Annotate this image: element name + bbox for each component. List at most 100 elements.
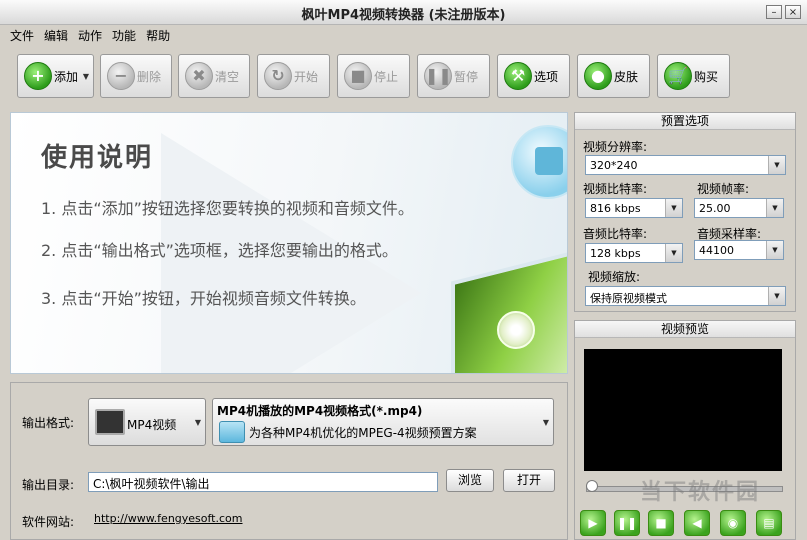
apple-icon: ●: [584, 62, 612, 90]
watermark-text: 当下软件园: [640, 480, 761, 505]
format-button-label: MP4视频: [127, 418, 177, 432]
menu-edit[interactable]: 编辑: [40, 24, 74, 44]
format-title: MP4机播放的MP4视频格式(*.mp4): [217, 404, 423, 418]
stop-label: 停止: [374, 69, 399, 84]
chevron-down-icon: ▼: [768, 156, 785, 174]
pause-icon: ❚❚: [616, 516, 638, 530]
output-dir-field[interactable]: C:\枫叶视频软件\输出: [88, 472, 438, 492]
chevron-down-icon: ▼: [768, 287, 785, 305]
snapshot-button[interactable]: ◉: [720, 510, 746, 536]
refresh-icon: ↻: [264, 62, 292, 90]
add-button[interactable]: + 添加 ▼: [17, 54, 94, 98]
chevron-down-icon: ▼: [766, 199, 783, 217]
menu-help[interactable]: 帮助: [142, 24, 176, 44]
buy-button[interactable]: 🛒 购买: [657, 54, 730, 98]
start-label: 开始: [294, 69, 319, 84]
disc-icon: [497, 311, 535, 349]
framerate-select[interactable]: 25.00 ▼: [694, 198, 784, 218]
resolution-label: 视频分辨率:: [583, 140, 648, 154]
options-label: 选项: [534, 69, 559, 84]
volume-icon: ◀: [692, 516, 702, 530]
menu-function[interactable]: 功能: [108, 24, 142, 44]
preset-title: 预置选项: [575, 113, 795, 130]
close-button[interactable]: ×: [785, 5, 801, 19]
scale-select[interactable]: 保持原视频模式 ▼: [585, 286, 786, 306]
seek-handle[interactable]: [586, 480, 598, 492]
tv-icon: [95, 409, 125, 435]
clear-button[interactable]: ✖ 清空: [178, 54, 250, 98]
output-dir-label: 输出目录:: [22, 478, 75, 492]
toolbar: + 添加 ▼ − 删除 ✖ 清空 ↻ 开始 ■ 停止 ❚❚ 暂停 ⚒ 选项 ● …: [0, 46, 807, 104]
options-button[interactable]: ⚒ 选项: [497, 54, 570, 98]
delete-label: 删除: [137, 69, 162, 84]
chevron-down-icon: ▼: [665, 244, 682, 262]
samplerate-value: 44100: [699, 244, 734, 257]
add-dropdown-icon[interactable]: ▼: [83, 72, 89, 81]
format-select-button[interactable]: MP4视频 ▼: [88, 398, 206, 446]
volume-button[interactable]: ◀: [684, 510, 710, 536]
title-bar: 枫叶MP4视频转换器 (未注册版本) – ×: [0, 0, 807, 25]
snapshot-icon: ◉: [727, 516, 739, 530]
cart-icon: 🛒: [664, 62, 692, 90]
browse-button[interactable]: 浏览: [446, 469, 494, 492]
pause-button[interactable]: ❚❚ 暂停: [417, 54, 490, 98]
audio-bitrate-value: 128 kbps: [590, 247, 641, 260]
website-link[interactable]: http://www.fengyesoft.com: [94, 512, 243, 525]
preview-stop-button[interactable]: ■: [648, 510, 674, 536]
minus-icon: −: [107, 62, 135, 90]
film-icon: [511, 125, 567, 199]
output-format-label: 输出格式:: [22, 416, 75, 430]
framerate-value: 25.00: [699, 202, 731, 215]
play-button[interactable]: ▶: [580, 510, 606, 536]
delete-button[interactable]: − 删除: [100, 54, 172, 98]
menu-action[interactable]: 动作: [74, 24, 108, 44]
pause-icon: ❚❚: [424, 62, 452, 90]
start-button[interactable]: ↻ 开始: [257, 54, 330, 98]
instruction-step: 3. 点击“开始”按钮，开始视频音频文件转换。: [41, 289, 366, 308]
stop-button[interactable]: ■ 停止: [337, 54, 410, 98]
audio-bitrate-select[interactable]: 128 kbps ▼: [585, 243, 683, 263]
format-description: 为各种MP4机优化的MPEG-4视频预置方案: [249, 426, 477, 440]
video-bitrate-label: 视频比特率:: [583, 182, 648, 196]
minimize-button[interactable]: –: [766, 5, 782, 19]
samplerate-select[interactable]: 44100 ▼: [694, 240, 784, 260]
format-desc-dropdown-icon: ▼: [542, 418, 549, 427]
open-folder-button[interactable]: ▤: [756, 510, 782, 536]
folder-icon: ▤: [763, 516, 775, 530]
format-dropdown-icon: ▼: [194, 418, 201, 427]
audio-bitrate-label: 音频比特率:: [583, 227, 648, 241]
video-bitrate-value: 816 kbps: [590, 202, 641, 215]
screen-decoration: [451, 244, 567, 373]
play-icon: ▶: [588, 516, 598, 530]
stop-icon: ■: [344, 62, 372, 90]
stop-icon: ■: [655, 516, 667, 530]
preview-title: 视频预览: [575, 321, 795, 338]
framerate-label: 视频帧率:: [697, 182, 750, 196]
chevron-down-icon: ▼: [766, 241, 783, 259]
skin-button[interactable]: ● 皮肤: [577, 54, 650, 98]
instructions-banner: 使用说明 1. 点击“添加”按钮选择您要转换的视频和音频文件。 2. 点击“输出…: [10, 112, 568, 374]
instruction-step: 1. 点击“添加”按钮选择您要转换的视频和音频文件。: [41, 199, 414, 218]
scale-label: 视频缩放:: [588, 270, 641, 284]
plus-icon: +: [24, 62, 52, 90]
preview-pause-button[interactable]: ❚❚: [614, 510, 640, 536]
skin-label: 皮肤: [614, 69, 639, 84]
tools-icon: ⚒: [504, 62, 532, 90]
instructions-title: 使用说明: [41, 143, 154, 173]
add-label: 添加: [54, 69, 79, 84]
menu-bar: 文件 编辑 动作 功能 帮助: [0, 24, 807, 44]
website-label: 软件网站:: [22, 515, 75, 529]
video-bitrate-select[interactable]: 816 kbps ▼: [585, 198, 683, 218]
format-description-box[interactable]: MP4机播放的MP4视频格式(*.mp4) 为各种MP4机优化的MPEG-4视频…: [212, 398, 554, 446]
window-title: 枫叶MP4视频转换器 (未注册版本): [301, 8, 506, 23]
clear-icon: ✖: [185, 62, 213, 90]
folder-icon: [219, 421, 245, 443]
instruction-step: 2. 点击“输出格式”选项框，选择您要输出的格式。: [41, 241, 398, 260]
video-preview-screen: [584, 349, 782, 471]
buy-label: 购买: [694, 69, 719, 84]
open-button[interactable]: 打开: [503, 469, 555, 492]
menu-file[interactable]: 文件: [6, 24, 40, 44]
chevron-down-icon: ▼: [665, 199, 682, 217]
resolution-value: 320*240: [590, 159, 638, 172]
resolution-select[interactable]: 320*240 ▼: [585, 155, 786, 175]
